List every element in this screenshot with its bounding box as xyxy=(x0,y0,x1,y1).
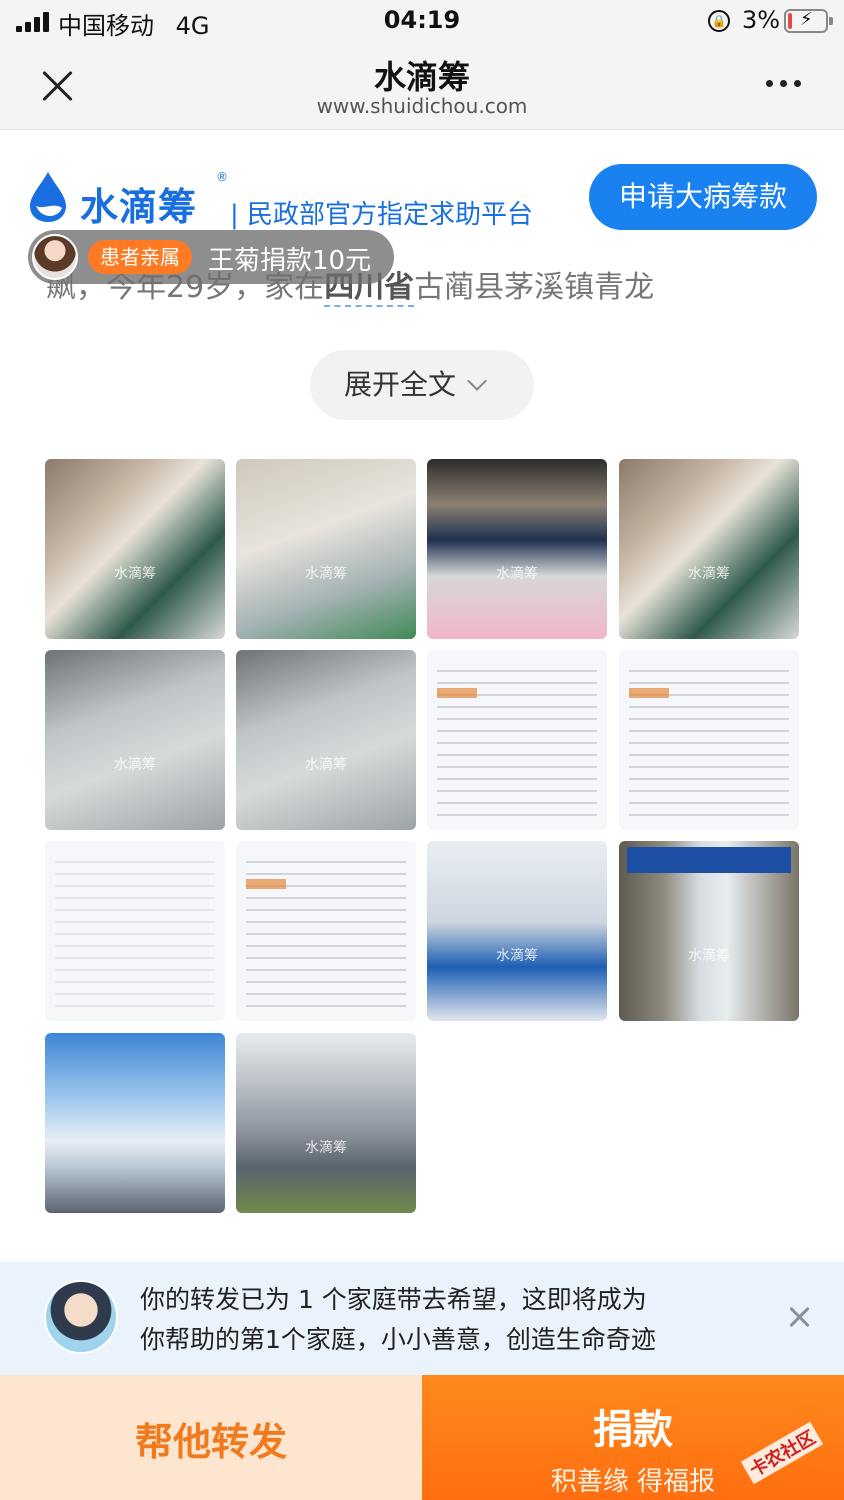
apply-fundraising-button[interactable]: 申请大病筹款 xyxy=(589,164,817,230)
photo-watermark: 水滴筹 xyxy=(114,757,156,773)
donation-toast: 患者亲属 王菊捐款10元 xyxy=(28,230,394,284)
chevron-down-icon xyxy=(467,371,487,391)
browser-nav-bar: 水滴筹 www.shuidichou.com xyxy=(0,44,844,130)
story-suffix: 古蔺县茅溪镇青龙 xyxy=(414,270,655,305)
water-drop-logo-icon xyxy=(30,172,66,222)
photo-watermark: 水滴筹 xyxy=(305,566,347,582)
page-title: 水滴筹 xyxy=(373,58,470,96)
expand-full-text-button[interactable]: 展开全文 xyxy=(310,350,534,420)
gallery-photo[interactable]: 水滴筹 xyxy=(619,841,799,1021)
status-bar: 中国移动 4G 04:19 🔒 3% ⚡ xyxy=(0,0,844,44)
donor-avatar xyxy=(32,234,78,280)
relative-badge: 患者亲属 xyxy=(88,240,192,274)
photo-watermark: 水滴筹 xyxy=(688,566,730,582)
photo-watermark: 水滴筹 xyxy=(496,566,538,582)
gallery-photo[interactable]: 水滴筹 xyxy=(45,650,225,830)
donation-message: 王菊捐款10元 xyxy=(208,246,372,276)
gallery-photo[interactable]: 水滴筹 xyxy=(619,459,799,639)
gallery-photo[interactable]: 水滴筹 xyxy=(236,459,416,639)
battery-icon: ⚡ xyxy=(784,9,833,33)
gallery-photo[interactable]: 水滴筹 xyxy=(427,841,607,1021)
share-message-line1: 你的转发已为 1 个家庭带去希望，这即将成为 xyxy=(140,1285,647,1314)
share-button[interactable]: 帮他转发 xyxy=(0,1375,422,1500)
battery-percent: 3% xyxy=(742,6,781,34)
page-url: www.shuidichou.com xyxy=(316,94,528,118)
expand-label: 展开全文 xyxy=(344,368,457,401)
photo-watermark: 水滴筹 xyxy=(305,1140,347,1156)
gallery-photo[interactable]: 水滴筹 xyxy=(45,459,225,639)
medical-report-photo[interactable] xyxy=(619,650,799,830)
share-button-label: 帮他转发 xyxy=(134,1420,287,1464)
brand-slogan: | 民政部官方指定求助平台 xyxy=(230,200,534,230)
close-icon[interactable] xyxy=(786,1304,812,1330)
more-dots-icon[interactable] xyxy=(766,80,801,87)
registered-mark: ® xyxy=(216,170,228,184)
share-message-line2: 你帮助的第1个家庭，小小善意，创造生命奇迹 xyxy=(140,1325,656,1354)
rotation-lock-icon: 🔒 xyxy=(708,10,730,32)
brand-name: 水滴筹 xyxy=(80,185,198,229)
medical-report-photo[interactable] xyxy=(236,841,416,1021)
photo-watermark: 水滴筹 xyxy=(496,948,538,964)
gallery-photo[interactable] xyxy=(45,1033,225,1213)
photo-watermark: 水滴筹 xyxy=(688,948,730,964)
cartoon-avatar xyxy=(44,1280,118,1354)
medical-report-photo[interactable] xyxy=(427,650,607,830)
gallery-photo[interactable]: 水滴筹 xyxy=(236,650,416,830)
gallery-photo[interactable]: 水滴筹 xyxy=(427,459,607,639)
gallery-photo[interactable]: 水滴筹 xyxy=(236,1033,416,1213)
photo-watermark: 水滴筹 xyxy=(305,757,347,773)
share-message: 你的转发已为 1 个家庭带去希望，这即将成为 你帮助的第1个家庭，小小善意，创造… xyxy=(140,1280,656,1360)
photo-watermark: 水滴筹 xyxy=(114,566,156,582)
medical-report-photo[interactable] xyxy=(45,841,225,1021)
share-encouragement-banner: 你的转发已为 1 个家庭带去希望，这即将成为 你帮助的第1个家庭，小小善意，创造… xyxy=(0,1262,844,1375)
